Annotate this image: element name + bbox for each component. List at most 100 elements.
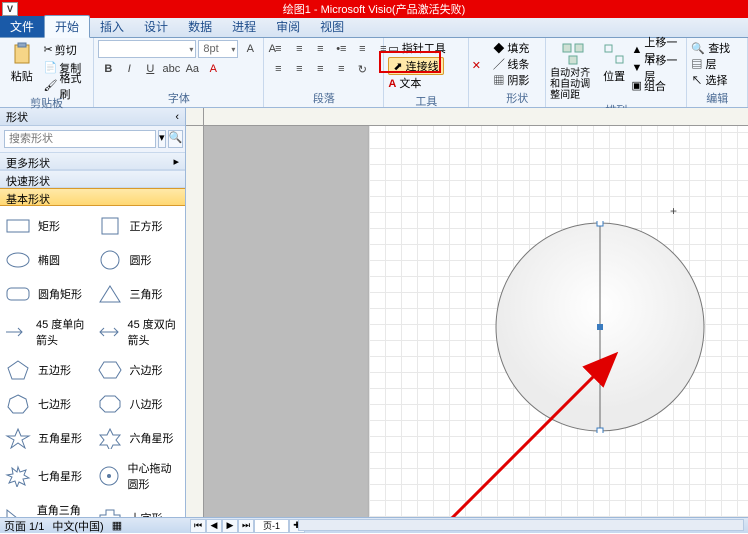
align-center-button[interactable]: ≡ [289, 60, 309, 78]
cursor-cross: + [670, 204, 677, 218]
page-tab-1[interactable]: 页-1 [254, 519, 289, 533]
shape-item-arrow2[interactable]: 45 度双向箭头 [94, 312, 184, 352]
group-paragraph: ≡ ≡ ≡ •≡ ≡ ≡ ≡ ≡ ≡ ≡ ↻ 段落 [264, 38, 384, 107]
category-more-shapes[interactable]: 更多形状▸ [0, 152, 185, 170]
group-button[interactable]: ▣ 组合 [632, 77, 683, 94]
shape-item-circle[interactable]: 圆形 [94, 244, 184, 276]
ruler-vertical[interactable] [186, 126, 204, 517]
paste-button[interactable]: 粘贴 [4, 40, 40, 84]
underline-button[interactable]: U [140, 60, 160, 78]
layers-button[interactable]: ▤ 层 [691, 56, 716, 72]
grow-font-button[interactable]: A [240, 40, 260, 58]
group-editing-label: 编辑 [691, 89, 743, 107]
shape-item-square[interactable]: 正方形 [94, 210, 184, 242]
shape-item-rtriangle[interactable]: 直角三角形 [2, 498, 92, 517]
page-prev-button[interactable]: ◀ [206, 519, 222, 533]
shape-item-label: 五边形 [38, 362, 71, 378]
shape-item-triangle[interactable]: 三角形 [94, 278, 184, 310]
shape-item-star6[interactable]: 六角星形 [94, 422, 184, 454]
paste-label: 粘贴 [11, 68, 33, 84]
shape-item-star7[interactable]: 七角星形 [2, 456, 92, 496]
shape-item-heptagon[interactable]: 七边形 [2, 388, 92, 420]
strike-button[interactable]: abc [161, 60, 181, 78]
shape-item-octagon[interactable]: 八边形 [94, 388, 184, 420]
shapes-search-dropdown[interactable]: ▾ [158, 130, 166, 148]
close-tool-button[interactable]: ✕ [466, 56, 486, 74]
cut-label: 剪切 [55, 42, 77, 58]
circle-shape[interactable] [494, 221, 706, 433]
align-mid-button[interactable]: ≡ [289, 40, 309, 58]
align-bot-button[interactable]: ≡ [310, 40, 330, 58]
shape-item-star5[interactable]: 五角星形 [2, 422, 92, 454]
page-next-button[interactable]: ▶ [222, 519, 238, 533]
select-button[interactable]: ↖ 选择 [691, 72, 727, 88]
rect-icon [4, 214, 32, 238]
pointer-tool-button[interactable]: ▭ 指针工具 [388, 40, 445, 57]
shadow-button[interactable]: ▦ 阴影 [493, 72, 529, 88]
rotate-button[interactable]: ↻ [352, 60, 372, 78]
connector-tool-button[interactable]: ⬈ 连接线 [388, 57, 443, 75]
page-first-button[interactable]: ⏮ [190, 519, 206, 533]
fill-button[interactable]: ◆ 填充 [493, 40, 529, 56]
horizontal-scrollbar[interactable] [298, 519, 744, 531]
tab-file[interactable]: 文件 [0, 16, 44, 37]
italic-button[interactable]: I [119, 60, 139, 78]
shape-item-arrow1[interactable]: 45 度单向箭头 [2, 312, 92, 352]
tab-data[interactable]: 数据 [178, 16, 222, 37]
shapes-search-go[interactable]: 🔍 [168, 130, 184, 148]
shape-item-roundrect[interactable]: 圆角矩形 [2, 278, 92, 310]
tab-review[interactable]: 审阅 [266, 16, 310, 37]
align-justify-button[interactable]: ≡ [331, 60, 351, 78]
tab-process[interactable]: 进程 [222, 16, 266, 37]
category-basic-shapes[interactable]: 基本形状 [0, 188, 185, 206]
text-case-button[interactable]: Aa [182, 60, 202, 78]
align-left-button[interactable]: ≡ [268, 60, 288, 78]
position-button[interactable]: 位置 [601, 40, 628, 84]
cut-button[interactable]: ✂ 剪切 [44, 41, 90, 58]
main-area: 形状 ‹ ▾ 🔍 更多形状▸ 快速形状 基本形状 矩形正方形椭圆圆形圆角矩形三角… [0, 108, 748, 517]
find-button[interactable]: 🔍 查找 [691, 40, 730, 56]
circdrag-icon [96, 464, 122, 488]
text-tool-button[interactable]: A 文本 [388, 75, 421, 92]
drawing-canvas[interactable]: + [204, 126, 748, 517]
line-button[interactable]: ╱ 线条 [493, 56, 529, 72]
category-quick-shapes[interactable]: 快速形状 [0, 170, 185, 188]
auto-align-button[interactable]: 自动对齐和自动调整间距 [550, 40, 597, 101]
send-backward-button[interactable]: ▼ 下移一层 [632, 59, 683, 76]
language-status[interactable]: 中文(中国) [52, 518, 103, 534]
shapes-panel-expand-icon[interactable]: ‹ [175, 111, 179, 123]
pentagon-icon [4, 358, 32, 382]
shape-item-circdrag[interactable]: 中心拖动圆形 [94, 456, 184, 496]
shape-item-pentagon[interactable]: 五边形 [2, 354, 92, 386]
shape-item-ellipse[interactable]: 椭圆 [2, 244, 92, 276]
group-arrange: 自动对齐和自动调整间距 位置 ▲ 上移一层 ▼ 下移一层 ▣ 组合 排列 [546, 38, 687, 107]
format-painter-button[interactable]: 🖌 格式刷 [44, 77, 90, 94]
page-info: 页面 1/1 [4, 518, 44, 534]
shape-item-hexagon[interactable]: 六边形 [94, 354, 184, 386]
shape-item-label: 直角三角形 [37, 502, 90, 517]
tab-home[interactable]: 开始 [44, 15, 90, 38]
align-top-button[interactable]: ≡ [268, 40, 288, 58]
shapes-search-input[interactable] [4, 130, 156, 148]
font-color-button[interactable]: A [203, 60, 223, 78]
arrow1-icon [4, 320, 30, 344]
position-icon [602, 42, 626, 66]
shape-item-cross[interactable]: 十字形 [94, 498, 184, 517]
indent-minus-button[interactable]: ≡ [352, 40, 372, 58]
auto-align-label: 自动对齐和自动调整间距 [550, 68, 597, 101]
ruler-horizontal[interactable] [204, 108, 748, 126]
tab-insert[interactable]: 插入 [90, 16, 134, 37]
page-last-button[interactable]: ⏭ [238, 519, 254, 533]
bullets-button[interactable]: •≡ [331, 40, 351, 58]
align-right-button[interactable]: ≡ [310, 60, 330, 78]
status-bar: 页面 1/1 中文(中国) ▦ ⏮ ◀ ▶ ⏭ 页-1 ✚ [0, 517, 748, 533]
expand-icon: ▸ [173, 155, 179, 167]
macro-status-icon[interactable]: ▦ [112, 519, 122, 532]
font-family-select[interactable] [98, 40, 196, 58]
ribbon-tabs: 文件 开始 插入 设计 数据 进程 审阅 视图 [0, 18, 748, 38]
shape-item-rect[interactable]: 矩形 [2, 210, 92, 242]
bold-button[interactable]: B [98, 60, 118, 78]
tab-design[interactable]: 设计 [134, 16, 178, 37]
font-size-select[interactable]: 8pt [198, 40, 238, 58]
tab-view[interactable]: 视图 [310, 16, 354, 37]
